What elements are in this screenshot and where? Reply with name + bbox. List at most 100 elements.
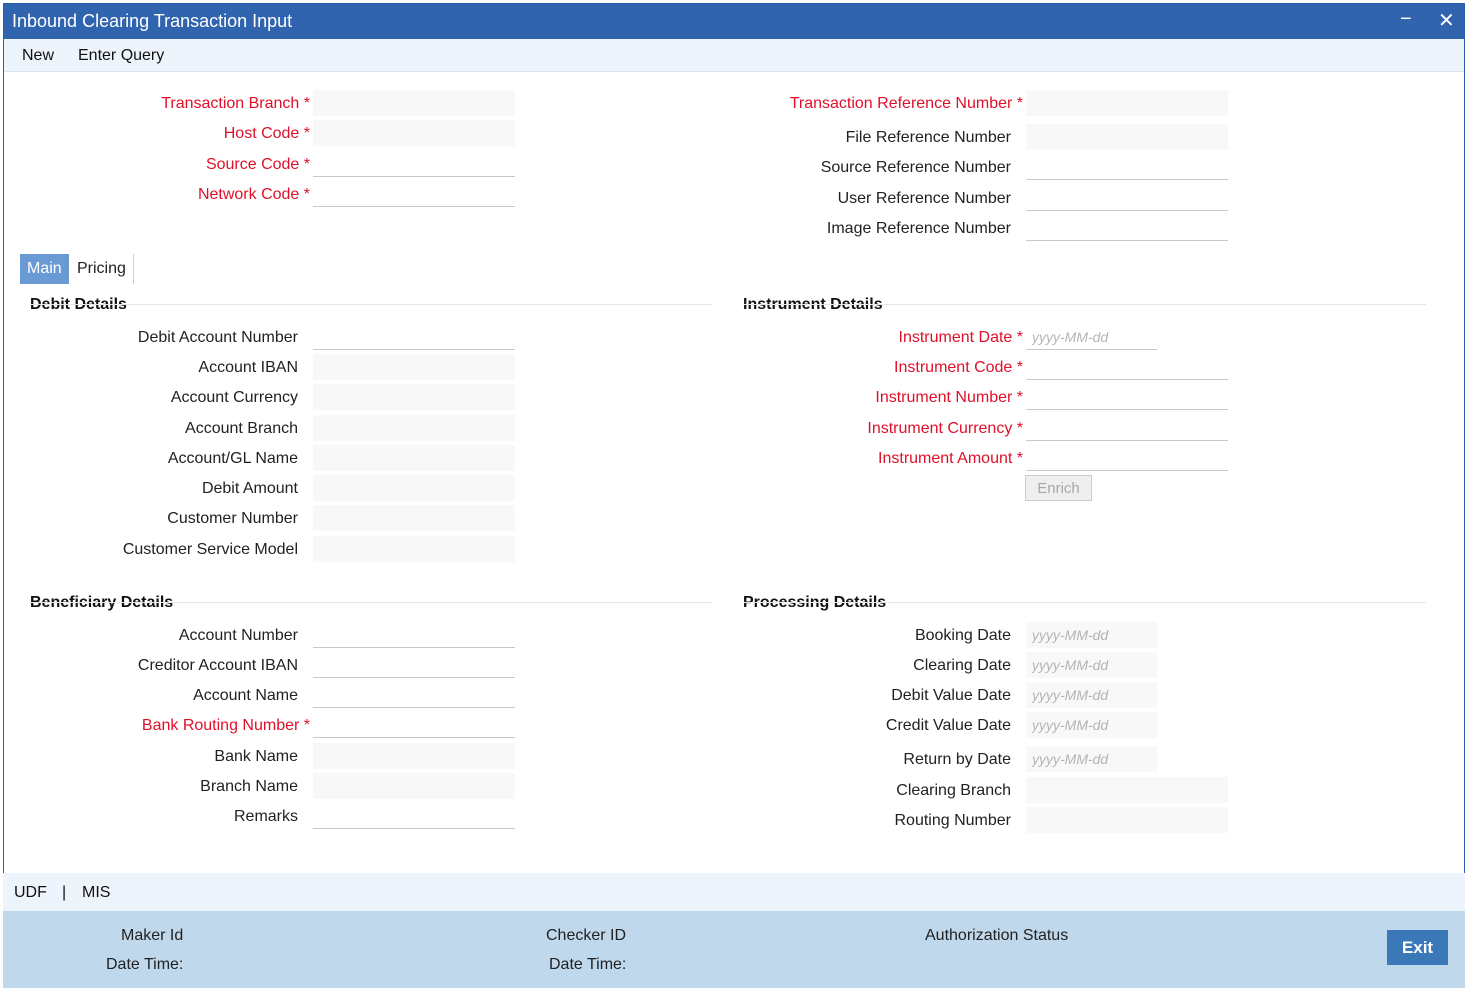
debit-amount-input[interactable] [313, 475, 515, 501]
clearing-branch-label: Clearing Branch [896, 782, 1011, 799]
transaction-reference-number-input[interactable] [1026, 90, 1228, 116]
instrument-details-divider [743, 304, 1426, 305]
instrument-date-input[interactable] [1026, 324, 1157, 350]
account-name-input[interactable] [313, 682, 515, 708]
link-separator: | [62, 884, 67, 901]
transaction-branch-input[interactable] [313, 90, 515, 116]
beneficiary-account-number-input[interactable] [313, 622, 515, 648]
return-by-date-input[interactable] [1026, 746, 1157, 772]
creditor-account-iban-label: Creditor Account IBAN [137, 657, 298, 674]
minimize-icon[interactable]: − [1400, 8, 1412, 31]
instrument-amount-input[interactable] [1026, 445, 1228, 471]
menu-new[interactable]: New [22, 47, 54, 65]
account-gl-name-input[interactable] [313, 445, 515, 471]
debit-value-date-input[interactable] [1026, 682, 1157, 708]
account-gl-name-label: Account/GL Name [167, 450, 298, 467]
beneficiary-details-title: Beneficiary Details [30, 594, 174, 611]
clearing-date-input[interactable] [1026, 652, 1157, 678]
maker-date-time-label: Date Time: [106, 956, 184, 973]
file-reference-number-input[interactable] [1026, 124, 1228, 150]
transaction-branch-label: Transaction Branch [161, 95, 310, 113]
host-code-label: Host Code [224, 125, 310, 143]
clearing-branch-input[interactable] [1026, 777, 1228, 803]
exit-button[interactable]: Exit [1387, 930, 1448, 965]
tab-main[interactable]: Main [20, 254, 69, 284]
network-code-input[interactable] [313, 181, 515, 207]
transaction-reference-number-label: Transaction Reference Number [790, 95, 1023, 113]
enrich-button[interactable]: Enrich [1025, 475, 1092, 501]
bank-name-label: Bank Name [214, 748, 298, 765]
routing-number-input[interactable] [1026, 807, 1228, 833]
beneficiary-details-divider [30, 602, 712, 603]
credit-value-date-input[interactable] [1026, 712, 1157, 738]
network-code-label: Network Code [198, 186, 310, 204]
account-branch-label: Account Branch [185, 420, 298, 437]
creditor-account-iban-input[interactable] [313, 652, 515, 678]
instrument-date-label: Instrument Date [899, 329, 1024, 347]
user-reference-number-input[interactable] [1026, 185, 1228, 211]
instrument-code-label: Instrument Code [894, 359, 1023, 377]
host-code-input[interactable] [313, 120, 515, 146]
account-currency-input[interactable] [313, 384, 515, 410]
debit-account-number-label: Debit Account Number [137, 329, 298, 346]
menu-bar: New Enter Query [4, 39, 1464, 72]
image-reference-number-input[interactable] [1026, 215, 1228, 241]
checker-id-label: Checker ID [546, 927, 627, 944]
udf-mis-bar: UDF | MIS [3, 873, 1465, 911]
user-reference-number-label: User Reference Number [837, 190, 1011, 207]
customer-number-label: Customer Number [167, 510, 298, 527]
checker-date-time-label: Date Time: [549, 956, 627, 973]
return-by-date-label: Return by Date [903, 751, 1011, 768]
debit-amount-label: Debit Amount [201, 480, 298, 497]
processing-details-title: Processing Details [743, 594, 887, 611]
routing-number-label: Routing Number [894, 812, 1012, 829]
menu-enter-query[interactable]: Enter Query [78, 47, 164, 65]
beneficiary-account-number-label: Account Number [178, 627, 298, 644]
bank-name-input[interactable] [313, 743, 515, 769]
instrument-currency-label: Instrument Currency [867, 420, 1023, 438]
bank-routing-number-label: Bank Routing Number [142, 717, 310, 735]
mis-link[interactable]: MIS [82, 884, 110, 902]
branch-name-label: Branch Name [200, 778, 298, 795]
account-branch-input[interactable] [313, 415, 515, 441]
close-icon[interactable]: ✕ [1438, 8, 1455, 33]
image-reference-number-label: Image Reference Number [826, 220, 1011, 237]
source-reference-number-input[interactable] [1026, 154, 1228, 180]
debit-value-date-label: Debit Value Date [891, 687, 1011, 704]
debit-account-number-input[interactable] [313, 324, 515, 350]
account-name-label: Account Name [193, 687, 298, 704]
account-iban-input[interactable] [313, 354, 515, 380]
booking-date-label: Booking Date [914, 627, 1011, 644]
instrument-amount-label: Instrument Amount [878, 450, 1023, 468]
window-title: Inbound Clearing Transaction Input [12, 11, 293, 31]
bank-routing-number-input[interactable] [313, 712, 515, 738]
udf-link[interactable]: UDF [14, 884, 47, 902]
customer-number-input[interactable] [313, 505, 515, 531]
audit-footer: Maker Id Date Time: Checker ID Date Time… [3, 911, 1465, 988]
branch-name-input[interactable] [313, 773, 515, 799]
processing-details-divider [743, 602, 1426, 603]
source-code-label: Source Code [206, 156, 310, 174]
instrument-number-label: Instrument Number [875, 389, 1023, 407]
debit-details-divider [30, 304, 712, 305]
instrument-currency-input[interactable] [1026, 415, 1228, 441]
file-reference-number-label: File Reference Number [845, 129, 1011, 146]
maker-id-label: Maker Id [121, 927, 184, 944]
booking-date-input[interactable] [1026, 622, 1157, 648]
clearing-date-label: Clearing Date [913, 657, 1011, 674]
authorization-status-label: Authorization Status [925, 927, 1069, 944]
account-currency-label: Account Currency [170, 389, 298, 406]
account-iban-label: Account IBAN [198, 359, 298, 376]
customer-service-model-input[interactable] [313, 536, 515, 562]
source-reference-number-label: Source Reference Number [820, 159, 1011, 176]
instrument-number-input[interactable] [1026, 384, 1228, 410]
remarks-label: Remarks [233, 808, 298, 825]
debit-details-title: Debit Details [30, 296, 127, 313]
instrument-code-input[interactable] [1026, 354, 1228, 380]
customer-service-model-label: Customer Service Model [122, 541, 298, 558]
source-code-input[interactable] [313, 151, 515, 177]
tab-pricing[interactable]: Pricing [70, 254, 134, 284]
instrument-details-title: Instrument Details [743, 296, 883, 313]
remarks-input[interactable] [313, 803, 515, 829]
credit-value-date-label: Credit Value Date [885, 717, 1011, 734]
